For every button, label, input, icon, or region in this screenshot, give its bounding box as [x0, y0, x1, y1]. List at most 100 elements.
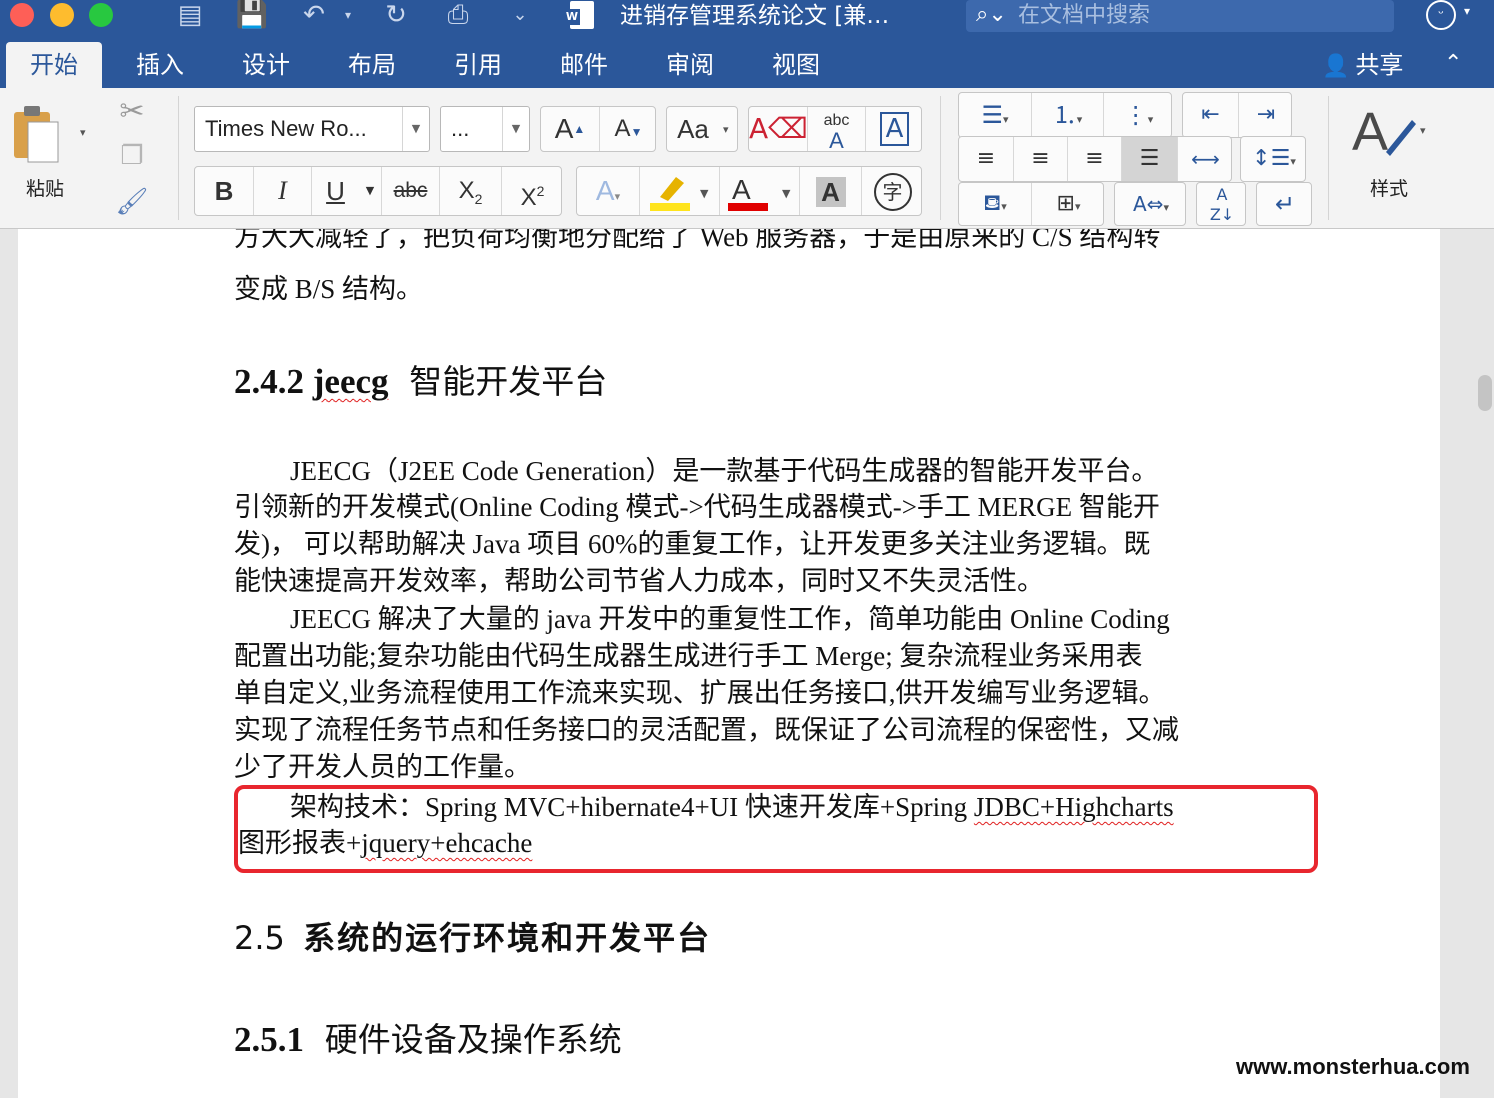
search-input[interactable] [1018, 0, 1378, 30]
italic-button[interactable]: I [253, 167, 311, 215]
bold-button[interactable]: B [195, 167, 253, 215]
tab-view[interactable]: 视图 [760, 42, 832, 88]
paste-dropdown-icon[interactable]: ▾ [80, 126, 86, 139]
subscript-label: X [458, 177, 475, 204]
cut-icon[interactable]: ✂ [114, 94, 150, 130]
numbering-button[interactable]: ⒈▾ [1031, 93, 1103, 137]
search-box[interactable]: ⌕⌄ [966, 0, 1394, 32]
sort-button[interactable]: A Z↓ [1196, 182, 1246, 226]
svg-text:▾: ▾ [1420, 125, 1426, 137]
highlight-button[interactable]: ▼ [639, 167, 719, 215]
align-left-icon[interactable]: ≡ [959, 137, 1013, 181]
text-line: 方大大减轻了，把负荷均衡地分配给了 Web 服务器，于是由原来的 C/S 结构转 [234, 229, 1161, 252]
tab-layout[interactable]: 布局 [336, 42, 408, 88]
shrink-font-button[interactable]: A▼ [599, 107, 657, 151]
text-effects-button[interactable]: A▾ [577, 167, 639, 215]
heading-2-5: 2.5 系统的运行环境和开发平台 [234, 913, 711, 959]
shrink-font-label: A [614, 115, 631, 142]
superscript-button[interactable]: X2 [501, 167, 563, 215]
heading-number: 2.5.1 [234, 1020, 304, 1059]
justify-icon[interactable]: ☰ [1121, 137, 1177, 181]
underline-dropdown-icon[interactable]: ▼ [359, 167, 381, 215]
divider [940, 96, 941, 220]
asian-layout-button[interactable]: A⇔▾ [1114, 182, 1186, 226]
line-spacing-button[interactable]: ↕☰▾ [1240, 136, 1306, 182]
heading-text: 系统的运行环境和开发平台 [303, 919, 712, 957]
multilevel-list-button[interactable]: ⋮▾ [1103, 93, 1173, 137]
highlighter-icon: ▼ [650, 177, 709, 211]
arrow-down-icon: ▼ [630, 125, 643, 139]
paste-button[interactable] [10, 100, 66, 166]
font-color-icon: A ▼ [728, 174, 791, 211]
heading-text: 智能开发平台 [409, 362, 608, 401]
strikethrough-button[interactable]: abc [381, 167, 439, 215]
save-icon[interactable]: 💾 [234, 0, 270, 30]
character-shading-button[interactable]: A [799, 167, 861, 215]
underline-button[interactable]: U [311, 167, 359, 215]
font-size-select[interactable]: ... ▼ [440, 106, 530, 152]
paragraph-mark-icon: ↵ [1274, 190, 1296, 218]
customize-toolbar-icon[interactable]: ⌄ [508, 0, 532, 30]
tab-review[interactable]: 审阅 [654, 42, 726, 88]
format-painter-icon[interactable]: 🖌 [114, 184, 150, 220]
paragraph-line: 配置出功能;复杂功能由代码生成器生成进行手工 Merge; 复杂流程业务采用表 [234, 641, 1143, 671]
align-right-icon[interactable]: ≡ [1067, 137, 1121, 181]
tab-references[interactable]: 引用 [442, 42, 514, 88]
change-case-dropdown-icon: ▾ [723, 123, 729, 136]
enclose-characters-icon: 字 [873, 173, 912, 211]
close-window-button[interactable] [10, 3, 34, 27]
feedback-smiley-icon[interactable]: ᵕ [1426, 0, 1456, 30]
enclose-characters-button[interactable]: 字 [861, 167, 923, 215]
undo-icon[interactable]: ↶ [296, 0, 332, 30]
font-family-select[interactable]: Times New Ro... ▼ [194, 106, 430, 152]
watermark: www.monsterhua.com [1236, 1054, 1470, 1079]
line-spacing-icon: ↕☰▾ [1252, 146, 1296, 171]
change-case-button[interactable]: Aa ▾ [666, 106, 738, 152]
grow-font-label: A [554, 113, 574, 144]
borders-button[interactable]: ⊞▾ [1031, 183, 1105, 225]
grow-font-button[interactable]: A▲ [541, 107, 599, 151]
paragraph-line: 引领新的开发模式(Online Coding 模式->代码生成器模式->手工 M… [234, 492, 1160, 522]
styles-label: 样式 [1370, 178, 1409, 200]
alignment-group: ≡ ≡ ≡ ☰ ⟷ [958, 136, 1232, 182]
document-area: 方大大减轻了，把负荷均衡地分配给了 Web 服务器，于是由原来的 C/S 结构转… [0, 229, 1494, 1098]
phonetic-guide-icon[interactable]: abc A [807, 107, 865, 152]
zoom-window-button[interactable] [89, 3, 113, 27]
copy-icon[interactable]: ❐ [114, 138, 150, 174]
print-icon[interactable]: ⎙ [440, 0, 476, 30]
increase-indent-icon[interactable]: ⇥ [1238, 93, 1293, 137]
shading-button[interactable]: ⛾▾ [959, 183, 1031, 225]
styles-button[interactable]: A ▾ [1350, 98, 1430, 168]
redo-icon[interactable]: ↻ [378, 0, 414, 30]
search-icon[interactable]: ⌕⌄ [976, 0, 1007, 30]
show-formatting-button[interactable]: ↵ [1256, 182, 1312, 226]
font-color-swatch [728, 203, 768, 211]
bullets-button[interactable]: ☰▾ [959, 93, 1031, 137]
document-title: 进销存管理系统论文 [兼… [620, 3, 890, 29]
subscript-button[interactable]: X2 [439, 167, 501, 215]
clear-formatting-icon[interactable]: A⌫ [749, 107, 808, 151]
sidebar-toggle-icon[interactable]: ▤ [172, 0, 208, 30]
paragraph-line: 能快速提高开发效率，帮助公司节省人力成本，同时又不失灵活性。 [234, 566, 1044, 596]
tab-design[interactable]: 设计 [230, 42, 302, 88]
align-center-icon[interactable]: ≡ [1013, 137, 1067, 181]
heading-number: 2.5 [234, 919, 285, 957]
ribbon-tab-bar: 开始 插入 设计 布局 引用 邮件 审阅 视图 👤 共享 ⌃ [0, 42, 1494, 88]
asian-layout-icon: A⇔▾ [1133, 192, 1169, 216]
character-border-icon[interactable]: A [865, 107, 923, 151]
undo-dropdown-icon[interactable]: ▾ [340, 0, 356, 30]
tab-home[interactable]: 开始 [6, 42, 102, 88]
decrease-indent-icon[interactable]: ⇤ [1183, 93, 1238, 137]
distributed-icon[interactable]: ⟷ [1177, 137, 1233, 181]
font-color-button[interactable]: A ▼ [719, 167, 799, 215]
collapse-ribbon-icon[interactable]: ⌃ [1444, 42, 1462, 88]
vertical-scrollbar-thumb[interactable] [1478, 375, 1492, 411]
tab-mailings[interactable]: 邮件 [548, 42, 620, 88]
superscript-label: X [520, 184, 537, 211]
feedback-dropdown-icon[interactable]: ▾ [1464, 4, 1470, 18]
tab-insert[interactable]: 插入 [124, 42, 196, 88]
minimize-window-button[interactable] [50, 3, 74, 27]
share-button[interactable]: 👤 共享 [1322, 42, 1403, 88]
chevron-down-icon: ▼ [502, 107, 529, 151]
change-case-icon: Aa [677, 114, 709, 144]
